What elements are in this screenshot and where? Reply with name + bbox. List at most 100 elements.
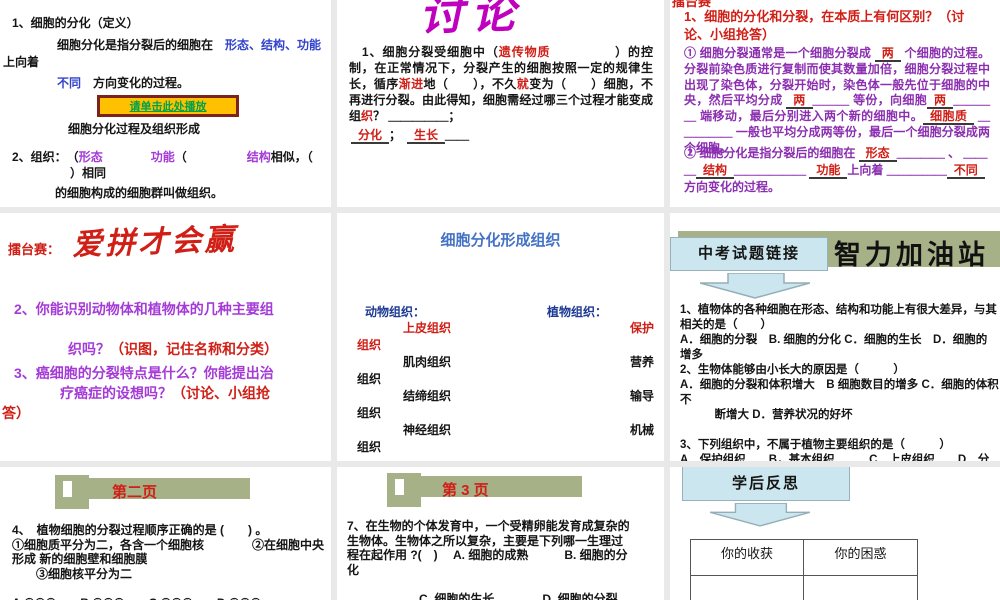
- tissue-wrap-line: 组织: [357, 440, 382, 454]
- text-line: 相关的是（ ）: [680, 319, 772, 331]
- text-segment: 结构: [246, 150, 271, 164]
- slide5-title: 细胞分化形成组织: [440, 232, 561, 249]
- table-header-confusions: 你的困惑: [804, 540, 917, 576]
- slide1-wrap-line: 上向着: [3, 55, 40, 69]
- text-segment: 织吗？: [68, 341, 110, 357]
- text-segment: 结构: [696, 163, 735, 179]
- text-segment: ；: [389, 128, 408, 142]
- animal-tissue-item: 神经组织: [403, 423, 452, 437]
- text-line: ③细胞核平分为二: [12, 566, 133, 581]
- text-segment: 两: [927, 93, 954, 110]
- text-segment: 功能: [150, 150, 175, 164]
- text-segment: 形态: [858, 146, 897, 162]
- text-line: 生物体。生物体之所以复杂，主要是下列哪一生理过: [347, 533, 624, 548]
- reflection-callout: 学后反思: [682, 467, 850, 501]
- text-segment: 就: [516, 77, 530, 91]
- plant-tissue-header: 植物组织：: [547, 305, 608, 319]
- slide-7-page2[interactable]: 第二页 4、 植物细胞的分裂过程顺序正确的是 ( ) 。 ①细胞质平分为二，各含一…: [0, 467, 331, 600]
- text-line: 7、在生物的个体发育中，一个受精卵能发育成复杂的: [347, 519, 630, 533]
- text-segment: ＿＿: [445, 128, 470, 142]
- slide-8-page3[interactable]: 第 3 页 7、在生物的个体发育中，一个受精卵能发育成复杂的 生物体。生物体之所以…: [337, 467, 664, 600]
- text-segment: 织: [361, 109, 374, 123]
- plant-tissue-item: 营养: [629, 355, 654, 369]
- text-segment: 两: [786, 93, 813, 110]
- table-cell-empty[interactable]: [691, 576, 804, 600]
- text-segment: 细胞分化是指分裂后的细胞在: [57, 38, 226, 52]
- text-segment: 功能: [809, 163, 848, 179]
- play-video-button[interactable]: 请单击此处播放: [97, 95, 239, 117]
- text-line: 程在起作用 ?( ) A. 细胞的成熟 B. 细胞的分: [347, 548, 628, 562]
- animal-tissue-header: 动物组织：: [365, 305, 426, 319]
- slide-9-reflection[interactable]: 学后反思 你的收获 你的困惑: [670, 467, 1000, 600]
- text-line: A．保护组织 B，基本组织 C．上皮组织 D．分: [680, 454, 990, 461]
- text-segment: 方向变化的过程。: [81, 76, 190, 90]
- reflection-table: 你的收获 你的困惑: [690, 539, 918, 600]
- exam-link-callout[interactable]: 中考试题链接: [670, 237, 828, 271]
- tissue-row: 上皮组织 保护: [337, 319, 664, 336]
- text-segment: ？ ＿＿＿＿＿；: [373, 109, 461, 123]
- down-arrow-icon: [710, 503, 810, 527]
- text-segment: 方向变化的过程。: [684, 180, 781, 194]
- text-line: ①细胞质平分为二，各含一个细胞核 ②在细胞中央: [12, 537, 325, 552]
- text-line: 不: [680, 394, 692, 406]
- text-segment: 两: [874, 46, 901, 62]
- tissue-wrap-line: 组织: [357, 338, 382, 352]
- tissue-row: 结缔组织 输导: [337, 387, 664, 404]
- slide4-question3-wrap: 疗癌症的设想吗？（讨论、小组抢: [60, 383, 270, 403]
- text-segment: 地（ ），不久: [423, 77, 517, 91]
- text-line: 3、下列组织中，不属于植物主要组织的是（ ）: [680, 439, 951, 451]
- slide-2-discussion[interactable]: 讨论 1、细胞分裂受细胞中（遗传物质 ）的控制，在正常情况下，分裂产生的细胞按照…: [337, 0, 664, 207]
- text-segment: 1、细胞分裂受细胞中（: [349, 45, 499, 59]
- slide-4-challenge-q23[interactable]: 擂台赛： 爱拼才会赢 2、你能识别动物体和植物体的几种主要组 织吗？（识图，记住…: [0, 213, 331, 461]
- text-line: 断增大 D．营养状况的好坏: [680, 409, 853, 421]
- page-banner-bar: [72, 478, 250, 499]
- text-segment: 形态、结构、功能: [225, 38, 322, 52]
- slide4-question3-end: 答）: [2, 405, 30, 421]
- text-line: A．细胞的分裂 B. 细胞的分化 C．细胞的生长 D．细胞的: [680, 334, 988, 346]
- page-label: 第 3 页: [442, 482, 489, 499]
- tissue-list: 上皮组织 保护 组织 肌肉组织 营养 组织 结缔组织 输导 组织 神经组织 机械 组织: [337, 319, 664, 455]
- slide-1-definition[interactable]: 1、细胞的分化（定义） 细胞分化是指分裂后的细胞在 形态、结构、功能 上向着 不…: [0, 0, 331, 207]
- tissue-wrap-line: 组织: [357, 372, 382, 386]
- page-label: 第二页: [112, 484, 158, 501]
- slide-5-tissues[interactable]: 细胞分化形成组织 动物组织： 植物组织： 上皮组织 保护 组织 肌肉组织 营养 组织 结缔组…: [337, 213, 664, 461]
- text-segment: ① 细胞分裂通常是一个细胞分裂成: [684, 46, 875, 60]
- text-segment: [103, 150, 151, 164]
- tissue-row: 神经组织 机械: [337, 421, 664, 438]
- slide1-definition-line: 细胞分化是指分裂后的细胞在 形态、结构、功能: [57, 38, 321, 54]
- text-segment: 形态: [78, 150, 103, 164]
- quiz-questions: 1、植物体的各种细胞在形态、结构和功能上有很大差异，与其 相关的是（ ） A．细胞的…: [680, 303, 999, 461]
- slide3-paragraph-2: ② 细胞分化是指分裂后的细胞在 形态 ＿＿＿＿ 、 ＿＿＿ 结构 ＿＿＿＿＿＿ 功能上…: [684, 145, 990, 196]
- text-segment: 上向着 ＿＿＿＿＿: [847, 163, 947, 177]
- tissue-row: 肌肉组织 营养: [337, 353, 664, 370]
- text-segment: 不同: [946, 163, 985, 179]
- question-7: 7、在生物的个体发育中，一个受精卵能发育成复杂的 生物体。生物体之所以复杂，主要是…: [347, 519, 657, 600]
- text-line: 2、生物体能够由小长大的原因是（ ）: [680, 364, 905, 376]
- slide4-question2: 2、你能识别动物体和植物体的几种主要组: [14, 301, 274, 317]
- text-segment: ＿＿＿ 等份，向细胞: [812, 93, 928, 108]
- page-banner-bar: [404, 476, 582, 497]
- slide1-tissue-line: 2、组织： （形态 功能（ 结构相似，（: [12, 150, 313, 166]
- text-segment: 不同: [57, 76, 82, 90]
- slide-3-challenge-q1[interactable]: 擂台赛 1、细胞的分化和分裂，在本质上有何区别？（讨论、小组抢答） ① 细胞分裂…: [670, 0, 1000, 207]
- tissue-wrap-line: 组织: [357, 406, 382, 420]
- text-segment: 相似，（: [270, 150, 313, 164]
- text-segment: 渐进: [398, 77, 424, 91]
- slide3-heading: 1、细胞的分化和分裂，在本质上有何区别？（讨论、小组抢答）: [684, 9, 965, 43]
- slide-6-quiz[interactable]: 智力加油站 中考试题链接 1、植物体的各种细胞在形态、结构和功能上有很大差异，与…: [670, 213, 1000, 461]
- slide1-heading: 1、细胞的分化（定义）: [12, 16, 139, 30]
- table-cell-empty[interactable]: [804, 576, 917, 600]
- text-segment: 细胞质: [923, 109, 975, 126]
- arena-label: 擂台赛：: [8, 242, 61, 257]
- text-line: A．细胞的分裂和体积增大 B 细胞数目的增多 C．细胞的体积: [680, 379, 999, 391]
- text-segment: 分化: [351, 128, 390, 144]
- text-segment: （: [174, 150, 247, 164]
- text-segment: ② 细胞分化是指分裂后的细胞在: [684, 146, 859, 160]
- text-segment: 遗传物质: [498, 45, 551, 59]
- text-line: 化: [347, 562, 360, 577]
- table-header-gains: 你的收获: [691, 540, 804, 576]
- text-line: 增多: [680, 349, 703, 361]
- text-line: [680, 423, 992, 438]
- down-arrow-icon: [700, 273, 810, 299]
- slide2-answers-line: 分化； 生长 ＿＿: [351, 126, 470, 144]
